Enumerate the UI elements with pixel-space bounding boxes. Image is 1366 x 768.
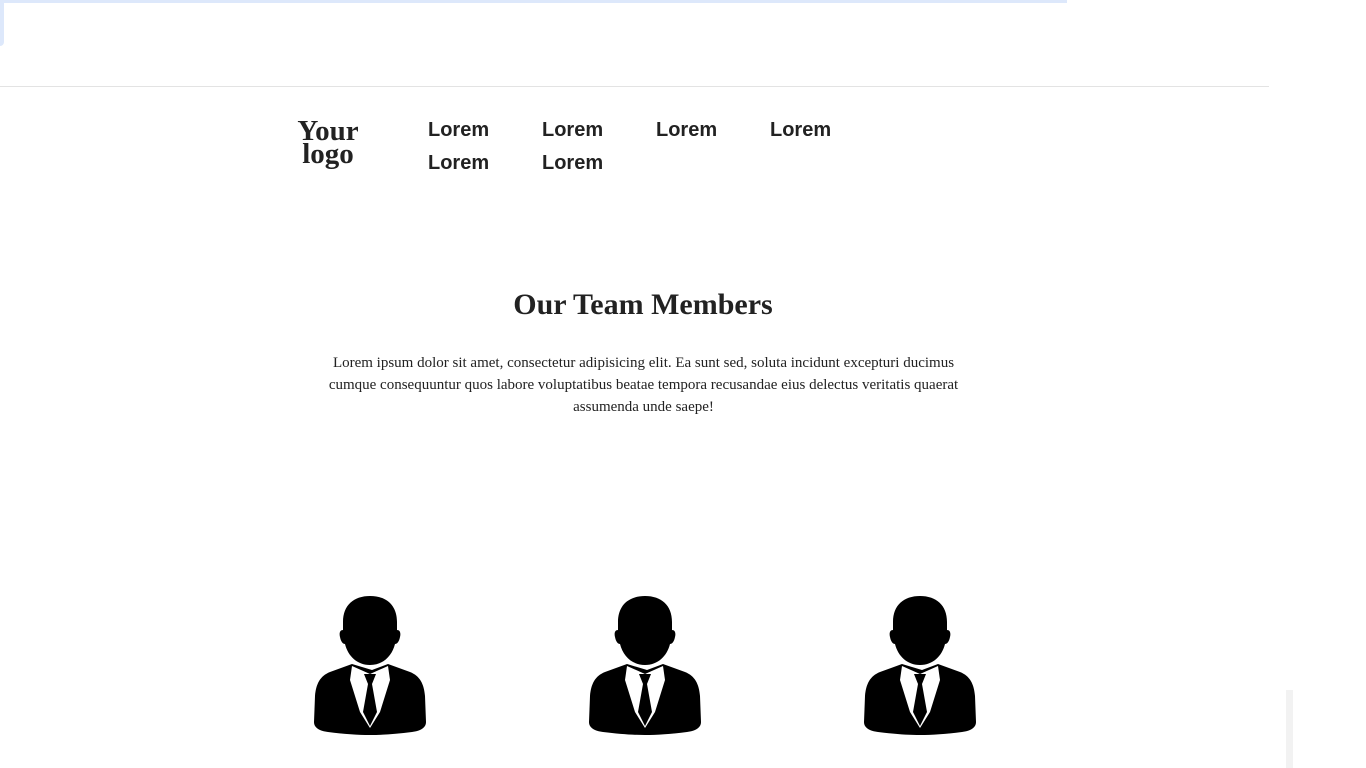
main-nav: Lorem Lorem Lorem Lorem Lorem Lorem bbox=[428, 115, 988, 181]
browser-top-strip bbox=[0, 0, 1067, 3]
scrollbar-thumb[interactable] bbox=[1286, 690, 1293, 768]
team-member-card-3 bbox=[864, 594, 976, 736]
team-section-title: Our Team Members bbox=[513, 288, 773, 321]
site-logo[interactable]: Your logo bbox=[290, 117, 366, 169]
team-member-card-1 bbox=[314, 594, 426, 736]
businessman-avatar-icon bbox=[864, 596, 976, 735]
team-member-card-2 bbox=[589, 594, 701, 736]
nav-item-4[interactable]: Lorem bbox=[770, 115, 880, 148]
browser-top-strip-corner bbox=[0, 0, 4, 46]
team-section-description: Lorem ipsum dolor sit amet, consectetur … bbox=[328, 355, 959, 415]
nav-item-5[interactable]: Lorem bbox=[428, 148, 538, 181]
nav-item-3[interactable]: Lorem bbox=[656, 115, 766, 148]
nav-item-1[interactable]: Lorem bbox=[428, 115, 538, 148]
nav-item-2[interactable]: Lorem bbox=[542, 115, 652, 148]
businessman-avatar-icon bbox=[589, 596, 701, 735]
businessman-avatar-icon bbox=[314, 596, 426, 735]
nav-item-6[interactable]: Lorem bbox=[542, 148, 652, 181]
header-divider bbox=[0, 86, 1269, 87]
